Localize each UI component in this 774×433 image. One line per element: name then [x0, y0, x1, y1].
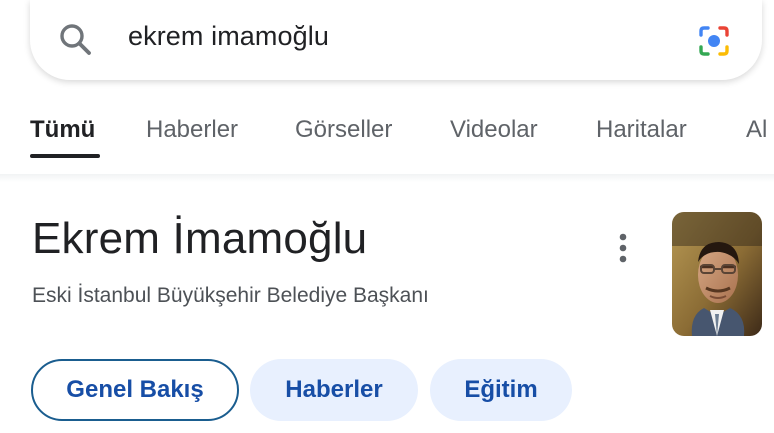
- search-tabs: Tümü Haberler Görseller Videolar Harital…: [0, 108, 774, 164]
- search-icon[interactable]: [56, 20, 96, 60]
- search-bar[interactable]: ekrem imamoğlu: [30, 0, 762, 80]
- search-header: ekrem imamoğlu Tümü Haberler Görseller V…: [0, 0, 774, 178]
- active-tab-indicator: [30, 154, 100, 158]
- chip-haberler[interactable]: Haberler: [250, 359, 418, 421]
- tab-haritalar[interactable]: Haritalar: [596, 116, 687, 144]
- chip-genel-bakis[interactable]: Genel Bakış: [31, 359, 239, 421]
- chip-egitim[interactable]: Eğitim: [430, 359, 572, 421]
- tab-haberler[interactable]: Haberler: [146, 116, 238, 144]
- section-divider: [0, 174, 774, 182]
- more-vert-icon[interactable]: [606, 230, 640, 266]
- camera-icon[interactable]: [694, 21, 734, 61]
- person-portrait-icon: [672, 212, 762, 336]
- profile-photo[interactable]: [672, 212, 762, 336]
- knowledge-panel-subtitle: Eski İstanbul Büyükşehir Belediye Başkan…: [32, 284, 429, 307]
- search-input[interactable]: ekrem imamoğlu: [128, 21, 329, 52]
- tab-gorseller[interactable]: Görseller: [295, 116, 392, 144]
- tab-videolar[interactable]: Videolar: [450, 116, 538, 144]
- knowledge-panel-title: Ekrem İmamoğlu: [32, 214, 368, 263]
- tab-tumu[interactable]: Tümü: [30, 116, 95, 144]
- tab-al[interactable]: Al: [746, 116, 767, 144]
